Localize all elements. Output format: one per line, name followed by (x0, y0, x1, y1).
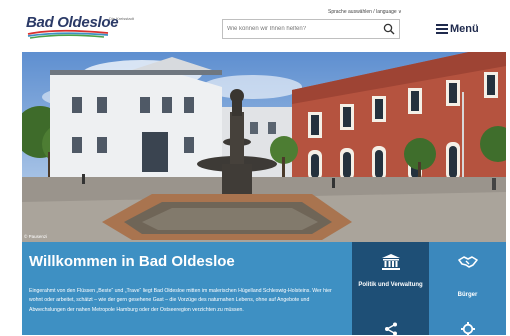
share-icon (384, 322, 397, 336)
tile-buerger[interactable]: Bürger (429, 242, 506, 310)
site-header: Bad Oldesloe Die Kreisstadt Sprache ausw… (0, 0, 510, 52)
menu-label: Menü (450, 23, 479, 35)
language-selector[interactable]: Sprache auswählen / language ∨ (328, 9, 402, 15)
hamburger-icon (436, 24, 448, 34)
image-credit: © Pausenzi (24, 234, 48, 239)
tile-label: Bürger (457, 292, 478, 298)
logo-tagline: Die Kreisstadt (109, 16, 134, 21)
building-icon (381, 254, 400, 270)
logo-swoosh-icon (27, 29, 109, 39)
search-input[interactable] (227, 23, 377, 35)
tile-share[interactable] (352, 310, 429, 336)
handshake-icon (457, 256, 478, 268)
search-box (222, 19, 400, 39)
tile-settings[interactable] (429, 310, 506, 336)
tile-label: Politik und Verwaltung (358, 282, 423, 288)
welcome-panel: Willkommen in Bad Oldesloe Eingerahmt vo… (22, 242, 352, 335)
search-icon[interactable] (383, 23, 395, 35)
welcome-text: Eingerahmt von den Flüssen „Beste“ und „… (29, 288, 332, 313)
welcome-title: Willkommen in Bad Oldesloe (29, 253, 235, 270)
hero-image (22, 52, 506, 242)
menu-button[interactable]: Menü (436, 21, 479, 37)
tile-politik-verwaltung[interactable]: Politik und Verwaltung (352, 242, 429, 310)
city-logo[interactable]: Bad Oldesloe Die Kreisstadt (26, 14, 141, 42)
gear-icon (460, 322, 475, 336)
